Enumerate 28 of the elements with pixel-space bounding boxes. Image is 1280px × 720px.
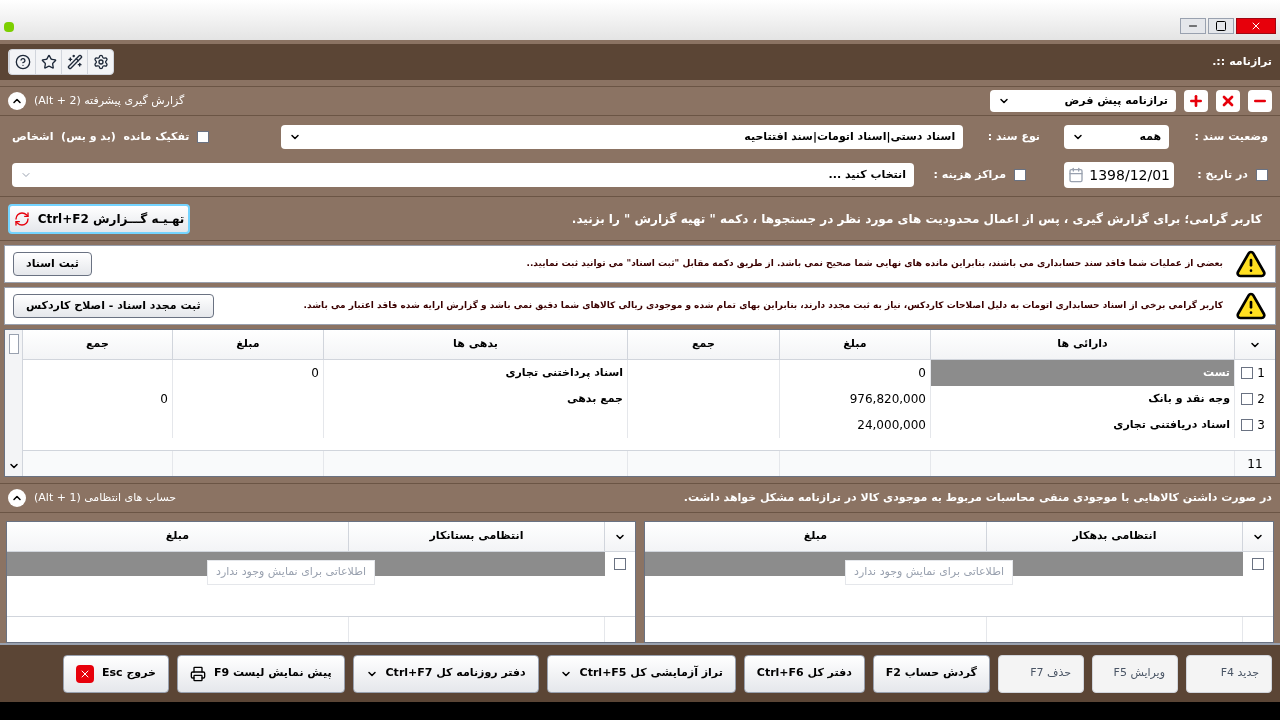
field-label: مراکز هزینه :	[932, 166, 1006, 183]
memo-note: در صورت داشتن کالاهایی با موجودی منفی محاسبات مربوط به موجودی کالا در ترازنامه مشکل خواهد داشت.	[683, 489, 1272, 506]
hint-text: کاربر گرامی؛ برای گزارش گیری ، پس از اعمال محدودیت های مورد نظر در جستجوها ، دکمه " تهیه گزارش " را بزنید.	[571, 210, 1263, 228]
table-cell: 0	[173, 360, 324, 386]
field-label: نوع سند :	[986, 128, 1041, 145]
row-number: 2	[1257, 391, 1265, 408]
row-number: 3	[1257, 417, 1265, 434]
warning-text: بعضی از عملیات شما فاقد سند حسابداری می باشند، بنابراین مانده های نهایی شما صحیح نمی باشد. از طریق دکمه مقابل "ثبت اسناد" می توانید ثبت نمایید..	[525, 257, 1223, 271]
table-cell: اسناد پرداختنی تجاری	[324, 360, 628, 386]
field-label: در تاریخ :	[1196, 166, 1248, 183]
table-cell: 0	[780, 360, 931, 386]
section-title: حساب های انتظامی (Alt + 1)	[34, 489, 177, 506]
empty-message-tooltip: اطلاعاتی برای نمایش وجود ندارد	[845, 560, 1013, 585]
row-count: 11	[1246, 455, 1264, 473]
table-cell: 976,820,000	[780, 386, 931, 412]
window-marker: .::	[1212, 53, 1226, 70]
warning-text: کاربر گرامی برخی از اسناد حسابداری اتومات به دلیل اصلاحات کاردکس، نیاز به ثبت مجدد دارند، بنابراین بهای تمام شده و موجودی ریالی کالاهای شما دقیق نمی باشد و گزارش ارایه شده فاقد اعتبار می باشد.	[302, 299, 1223, 313]
table-cell: وجه نقد و بانک	[931, 386, 1235, 412]
table-cell: تست	[931, 360, 1235, 386]
empty-message-tooltip: اطلاعاتی برای نمایش وجود ندارد	[207, 560, 375, 585]
field-label: وضعیت سند :	[1193, 128, 1268, 145]
window-title: ترازنامه	[1229, 53, 1272, 70]
table-cell: جمع بدهی	[324, 386, 628, 412]
row-number: 1	[1257, 365, 1265, 382]
table-cell: اسناد دریافتنی تجاری	[931, 412, 1235, 438]
table-cell: 24,000,000	[780, 412, 931, 438]
section-title: گزارش گیری پیشرفته (Alt + 2)	[34, 92, 185, 109]
checkbox-label: تفکیک مانده (بد و بس) اشخاص	[12, 128, 190, 145]
